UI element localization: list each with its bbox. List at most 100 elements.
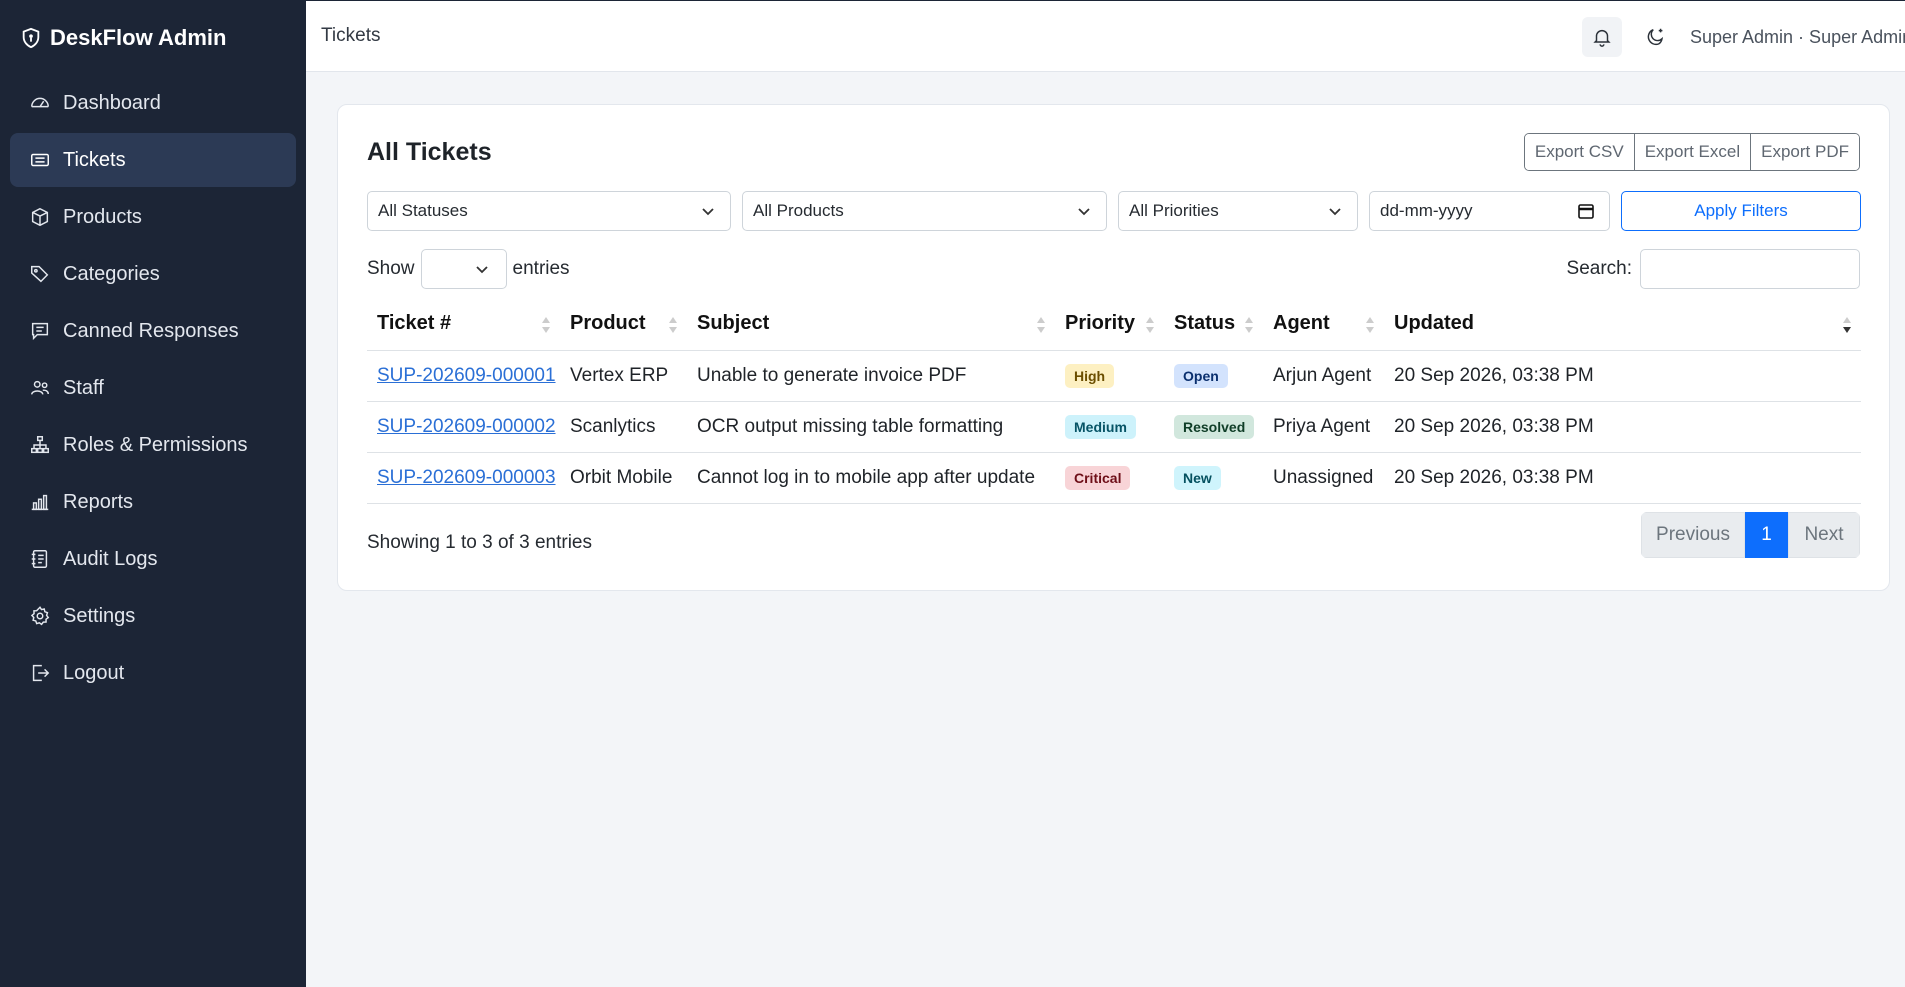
sidebar-item-reports[interactable]: Reports (10, 475, 296, 529)
priority-cell: High (1055, 350, 1164, 402)
column-label: Subject (697, 312, 770, 335)
sidebar-item-tickets[interactable]: Tickets (10, 133, 296, 187)
sidebar-item-label: Tickets (63, 148, 126, 171)
product-cell: Vertex ERP (560, 350, 687, 402)
ticket-link[interactable]: SUP-202609-000002 (377, 416, 556, 437)
column-label: Agent (1273, 312, 1330, 335)
page-1-button[interactable]: 1 (1745, 512, 1788, 558)
date-filter-input[interactable]: dd-mm-yyyy (1369, 191, 1610, 231)
chat-text-icon (31, 322, 49, 341)
subject-cell: OCR output missing table formatting (687, 401, 1055, 453)
previous-page-button[interactable]: Previous (1641, 512, 1745, 558)
tickets-table: Ticket # Product Subject Priority Status… (367, 298, 1861, 504)
product-cell: Orbit Mobile (560, 452, 687, 504)
gear-icon (30, 606, 50, 626)
sidebar-item-label: Roles & Permissions (63, 433, 248, 456)
topbar: Tickets Super Admin · Super Admin (306, 0, 1905, 72)
entries-label: entries (512, 258, 570, 279)
export-button-group: Export CSV Export Excel Export PDF (1523, 133, 1860, 171)
sidebar-item-label: Canned Responses (63, 319, 239, 342)
sort-icon (1146, 317, 1154, 333)
column-label: Ticket # (377, 312, 452, 335)
box-icon (31, 207, 49, 227)
export-excel-button[interactable]: Export Excel (1634, 134, 1752, 170)
sidebar-item-label: Reports (63, 490, 134, 513)
status-badge: Open (1174, 363, 1228, 388)
chevron-down-icon (702, 208, 714, 216)
sidebar-item-products[interactable]: Products (10, 190, 296, 244)
diagram-icon (31, 436, 49, 454)
column-header-agent[interactable]: Agent (1263, 298, 1384, 351)
product-filter-select[interactable]: All Products (742, 191, 1107, 231)
sort-icon (1366, 317, 1374, 333)
ticket-icon (31, 153, 49, 167)
calendar-icon[interactable] (1577, 202, 1595, 220)
column-header-updated[interactable]: Updated (1384, 298, 1861, 351)
date-filter-placeholder: dd-mm-yyyy (1380, 201, 1473, 220)
priority-cell: Medium (1055, 401, 1164, 453)
table-row: SUP-202609-000003 Orbit Mobile Cannot lo… (367, 452, 1861, 504)
user-menu[interactable]: Super Admin · Super Admin (1690, 27, 1905, 48)
status-cell: Open (1164, 350, 1263, 402)
column-header-ticket[interactable]: Ticket # (367, 298, 560, 351)
ticket-link[interactable]: SUP-202609-000001 (377, 365, 556, 386)
show-label: Show (367, 258, 415, 279)
subject-cell: Unable to generate invoice PDF (687, 350, 1055, 402)
priority-badge: High (1065, 363, 1115, 388)
agent-cell: Unassigned (1263, 452, 1384, 504)
search-input[interactable] (1640, 249, 1860, 289)
gauge-icon (31, 97, 49, 108)
sidebar-item-roles-permissions[interactable]: Roles & Permissions (10, 418, 296, 472)
sort-icon (669, 317, 677, 333)
column-header-priority[interactable]: Priority (1055, 298, 1164, 351)
page-length-select[interactable] (420, 249, 507, 289)
column-header-status[interactable]: Status (1164, 298, 1263, 351)
priority-filter-select[interactable]: All Priorities (1118, 191, 1358, 231)
theme-toggle-button[interactable] (1636, 17, 1676, 57)
ticket-cell: SUP-202609-000002 (367, 401, 560, 453)
column-label: Updated (1394, 312, 1474, 335)
status-filter-value: All Statuses (378, 201, 468, 220)
column-label: Priority (1065, 312, 1136, 335)
chevron-down-icon (475, 266, 488, 274)
priority-badge: Medium (1065, 414, 1136, 439)
column-label: Product (570, 312, 646, 335)
sidebar-item-label: Logout (63, 661, 125, 684)
sidebar-item-dashboard[interactable]: Dashboard (10, 76, 296, 130)
status-cell: Resolved (1164, 401, 1263, 453)
column-header-subject[interactable]: Subject (687, 298, 1055, 351)
table-search: Search: (1567, 249, 1860, 289)
table-header-row: Ticket # Product Subject Priority Status… (367, 298, 1861, 351)
export-pdf-button[interactable]: Export PDF (1751, 134, 1859, 170)
journal-icon (31, 550, 48, 568)
sidebar-item-label: Audit Logs (63, 547, 158, 570)
sidebar-item-settings[interactable]: Settings (10, 589, 296, 643)
export-csv-button[interactable]: Export CSV (1524, 134, 1635, 170)
priority-cell: Critical (1055, 452, 1164, 504)
status-cell: New (1164, 452, 1263, 504)
sidebar-item-label: Dashboard (63, 91, 161, 114)
sidebar-item-logout[interactable]: Logout (10, 646, 296, 700)
status-filter-select[interactable]: All Statuses (367, 191, 731, 231)
people-icon (31, 380, 49, 395)
page-length-control: Show entries (367, 249, 570, 289)
tags-icon (31, 265, 49, 283)
subject-cell: Cannot log in to mobile app after update (687, 452, 1055, 504)
column-header-product[interactable]: Product (560, 298, 687, 351)
column-label: Status (1174, 312, 1236, 335)
ticket-link[interactable]: SUP-202609-000003 (377, 467, 556, 488)
table-row: SUP-202609-000001 Vertex ERP Unable to g… (367, 350, 1861, 402)
sidebar-item-staff[interactable]: Staff (10, 361, 296, 415)
table-row: SUP-202609-000002 Scanlytics OCR output … (367, 401, 1861, 453)
search-label: Search: (1566, 258, 1632, 279)
sidebar-item-canned-responses[interactable]: Canned Responses (10, 304, 296, 358)
sidebar-item-audit-logs[interactable]: Audit Logs (10, 532, 296, 586)
notifications-button[interactable] (1582, 17, 1622, 57)
sidebar-nav: Dashboard Tickets Products Categories Ca… (0, 76, 306, 700)
agent-cell: Arjun Agent (1263, 350, 1384, 402)
apply-filters-button[interactable]: Apply Filters (1621, 191, 1861, 231)
brand[interactable]: DeskFlow Admin (0, 0, 306, 76)
card-title: All Tickets (367, 138, 492, 166)
next-page-button[interactable]: Next (1788, 512, 1860, 558)
sidebar-item-categories[interactable]: Categories (10, 247, 296, 301)
